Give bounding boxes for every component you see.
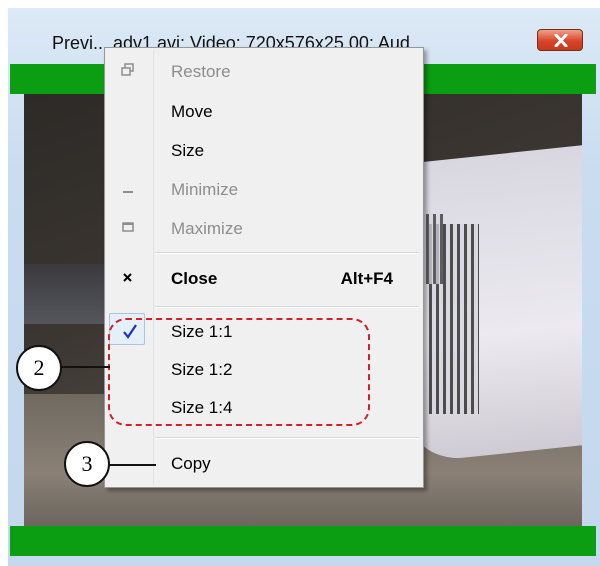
menu-item-label: Move: [171, 102, 213, 121]
size-options-highlight: [108, 318, 370, 426]
minimize-icon: [121, 181, 141, 199]
menu-item-close[interactable]: Close Alt+F4: [107, 260, 421, 298]
callout-leader-line: [60, 366, 110, 368]
callout-2: 2: [16, 345, 62, 391]
callout-3: 3: [64, 441, 110, 487]
close-x-icon: [121, 270, 141, 288]
menu-item-label: Close: [171, 269, 218, 288]
menu-separator: [155, 437, 419, 439]
menu-separator: [155, 252, 419, 254]
menu-separator: [155, 306, 419, 308]
menu-item-label: Size: [171, 141, 205, 160]
menu-item-maximize[interactable]: Maximize: [107, 210, 421, 248]
menu-item-label: Copy: [171, 454, 211, 473]
top-strip: [0, 0, 600, 8]
menu-item-accelerator: Alt+F4: [340, 269, 393, 288]
menu-item-restore[interactable]: Restore: [107, 53, 421, 91]
close-icon: [554, 34, 568, 47]
menu-item-label: Minimize: [171, 180, 239, 199]
menu-item-label: Maximize: [171, 219, 243, 238]
restore-icon: [121, 63, 141, 81]
menu-item-size[interactable]: Size: [107, 132, 421, 170]
menu-item-minimize[interactable]: Minimize: [107, 171, 421, 209]
menu-item-move[interactable]: Move: [107, 93, 421, 131]
window-close-button[interactable]: [537, 29, 583, 51]
menu-item-label: Restore: [171, 62, 231, 81]
callout-leader-line: [108, 464, 156, 466]
green-bar-bottom: [10, 526, 596, 556]
maximize-icon: [121, 220, 141, 238]
